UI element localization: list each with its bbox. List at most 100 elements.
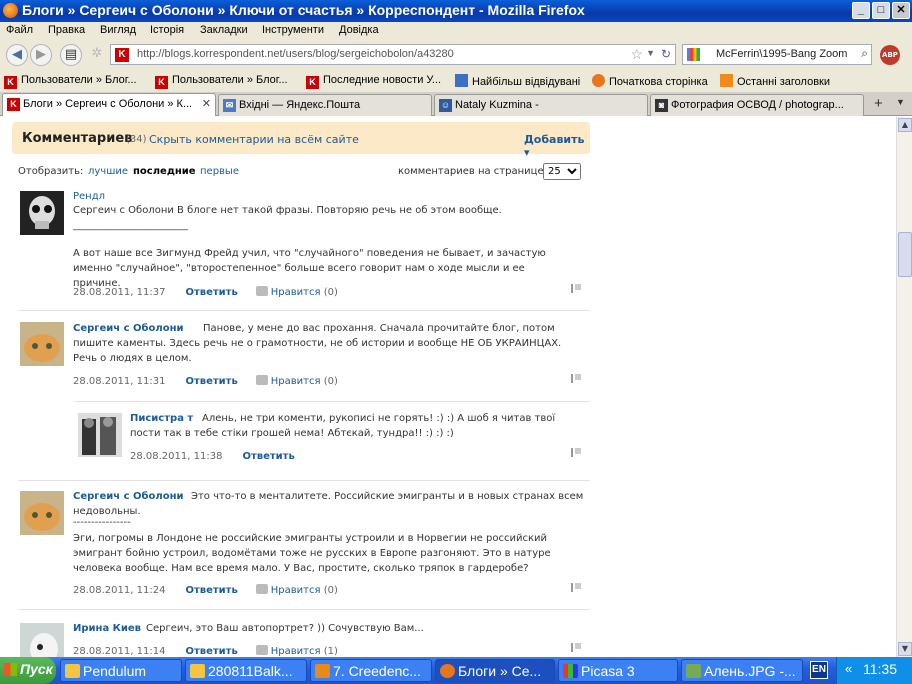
- filter-label: Отобразить:: [18, 166, 84, 177]
- filter-first-link[interactable]: первые: [200, 166, 239, 177]
- chevron-down-icon[interactable]: ▼: [646, 48, 655, 58]
- taskbar-item[interactable]: Pendulum: [60, 659, 182, 682]
- comment-author[interactable]: Рендл: [73, 189, 105, 204]
- print-icon[interactable]: ▤: [60, 44, 82, 66]
- like-button[interactable]: Нравится: [255, 375, 321, 387]
- search-icon[interactable]: ⌕: [861, 46, 868, 61]
- url-text[interactable]: http://blogs.korrespondent.net/users/blo…: [137, 48, 454, 60]
- start-button[interactable]: Пуск: [0, 657, 56, 684]
- tab-osvod-photo[interactable]: ◙ Фотография ОСВОД / photograp...: [650, 94, 864, 116]
- adblock-icon[interactable]: ABP: [880, 45, 900, 65]
- bookmark-item[interactable]: K Пользователи » Блог...: [155, 74, 288, 89]
- bookmark-star-icon[interactable]: ☆: [630, 46, 643, 63]
- close-icon[interactable]: ✕: [202, 97, 211, 110]
- menu-history[interactable]: Історія: [150, 24, 184, 36]
- comment-author[interactable]: Ирина Киев: [73, 621, 141, 636]
- bookmarks-bar: K Пользователи » Блог... K Пользователи » …: [0, 70, 912, 92]
- tab-nataly[interactable]: ☺ Nataly Kuzmina -: [434, 94, 648, 116]
- taskbar-item[interactable]: 280811Balk...: [185, 659, 307, 682]
- comment: Ирина Киев Сергеич, это Ваш автопортрет?…: [18, 621, 588, 657]
- like-button[interactable]: Нравится: [255, 286, 321, 298]
- gear-icon[interactable]: ✲: [86, 44, 108, 66]
- tab-yandex-mail[interactable]: ✉ Вхідні — Яндекс.Пошта: [218, 94, 432, 116]
- bookmark-item[interactable]: Найбільш відвідувані: [455, 74, 580, 88]
- minimize-button[interactable]: _: [852, 2, 870, 19]
- comment-separator: [18, 310, 590, 311]
- new-tab-icon[interactable]: +: [874, 95, 883, 112]
- comment-text: Алень, не три коменти, рукописі не горят…: [130, 413, 556, 439]
- taskbar-item[interactable]: Алень.JPG -...: [681, 659, 803, 682]
- avatar: [78, 413, 122, 457]
- url-bar[interactable]: K http://blogs.korrespondent.net/users/b…: [110, 44, 676, 65]
- reply-button[interactable]: Ответить: [185, 646, 237, 657]
- maximize-button[interactable]: □: [872, 2, 890, 19]
- flag-icon[interactable]: [571, 374, 581, 383]
- bookmark-item[interactable]: K Последние новости У...: [306, 74, 441, 89]
- per-page-select[interactable]: 25: [543, 163, 581, 180]
- comment-meta: 28.08.2011, 11:24 Ответить Нравится (0): [73, 583, 338, 598]
- folder-icon: [190, 664, 205, 678]
- thumbs-up-icon: [255, 645, 268, 655]
- comment-meta: 28.08.2011, 11:38 Ответить: [130, 449, 295, 464]
- picasa-icon: [563, 664, 578, 678]
- like-button[interactable]: Нравится: [255, 645, 321, 657]
- menu-file[interactable]: Файл: [6, 24, 33, 36]
- vertical-scrollbar[interactable]: ▲ ▼: [896, 117, 912, 657]
- taskbar-item[interactable]: 7. Creedenc...: [310, 659, 432, 682]
- firefox-icon: [592, 74, 605, 87]
- tab-blog[interactable]: K Блоги » Сергеич с Оболони » К... ✕: [2, 93, 216, 116]
- back-icon[interactable]: ◀: [6, 44, 28, 66]
- firefox-icon: [3, 3, 18, 18]
- language-indicator[interactable]: EN: [810, 661, 828, 679]
- search-bar[interactable]: McFerrin\1995-Bang Zoom ⌕: [682, 44, 872, 65]
- bookmark-page-icon: [455, 74, 468, 87]
- bookmark-item[interactable]: Початкова сторінка: [592, 74, 708, 88]
- taskbar-item[interactable]: Блоги » Се...: [435, 659, 555, 682]
- add-comment-button[interactable]: Добавить ▾: [524, 133, 590, 159]
- hide-comments-link[interactable]: Скрыть комментарии на всём сайте: [149, 133, 359, 146]
- menu-view[interactable]: Вигляд: [100, 24, 136, 36]
- flag-icon[interactable]: [571, 583, 581, 592]
- comment-divider: ----------------: [73, 517, 131, 528]
- menu-tools[interactable]: Інструменти: [262, 24, 324, 36]
- close-button[interactable]: ✕: [892, 2, 910, 19]
- clock: 11:35: [863, 661, 897, 677]
- flag-icon[interactable]: [571, 284, 581, 293]
- search-input[interactable]: McFerrin\1995-Bang Zoom: [716, 48, 847, 60]
- flag-icon[interactable]: [571, 643, 581, 652]
- scroll-up-icon[interactable]: ▲: [898, 118, 912, 132]
- comments-header: Комментариев (34) Скрыть комментарии на …: [12, 122, 590, 159]
- tray-expand-icon[interactable]: «: [845, 661, 852, 676]
- chevron-down-icon[interactable]: ▼: [896, 97, 905, 107]
- bookmark-item[interactable]: K Пользователи » Блог...: [4, 74, 137, 89]
- scrollbar-thumb[interactable]: [898, 232, 912, 277]
- reply-button[interactable]: Ответить: [242, 451, 294, 462]
- comment: Рендл Сергеич с Оболони В блоге нет тако…: [18, 189, 588, 309]
- reply-button[interactable]: Ответить: [185, 376, 237, 387]
- filter-best-link[interactable]: лучшие: [88, 166, 128, 177]
- comment-text: Сергеич, это Ваш автопортрет? )) Сочувст…: [146, 623, 424, 634]
- flag-icon[interactable]: [571, 448, 581, 457]
- bookmark-item[interactable]: Останні заголовки: [720, 74, 830, 88]
- reply-button[interactable]: Ответить: [185, 585, 237, 596]
- media-player-icon: [315, 664, 330, 678]
- tab-bar: K Блоги » Сергеич с Оболони » К... ✕ ✉ В…: [0, 92, 912, 116]
- korrespondent-icon: K: [7, 98, 20, 111]
- menu-edit[interactable]: Правка: [48, 24, 85, 36]
- taskbar-item[interactable]: Picasa 3: [558, 659, 678, 682]
- like-button[interactable]: Нравится: [255, 584, 321, 596]
- scroll-down-icon[interactable]: ▼: [898, 642, 912, 656]
- google-icon[interactable]: [687, 48, 700, 61]
- filter-latest-link[interactable]: последние: [133, 166, 196, 177]
- comment-text: Это что-то в менталитете. Российские эми…: [73, 491, 584, 517]
- comment: Сергеич с Оболони Панове, у мене до вас …: [18, 321, 588, 396]
- menu-bookmarks[interactable]: Закладки: [200, 24, 248, 36]
- avatar: [20, 491, 64, 535]
- menu-help[interactable]: Довідка: [339, 24, 379, 36]
- reply-button[interactable]: Ответить: [185, 287, 237, 298]
- rss-icon: [720, 74, 733, 87]
- forward-icon[interactable]: ▶: [30, 44, 52, 66]
- taskbar: Пуск Pendulum 280811Balk... 7. Creedenc.…: [0, 657, 912, 684]
- comment-separator: [74, 401, 590, 402]
- reload-icon[interactable]: ↻: [661, 47, 671, 61]
